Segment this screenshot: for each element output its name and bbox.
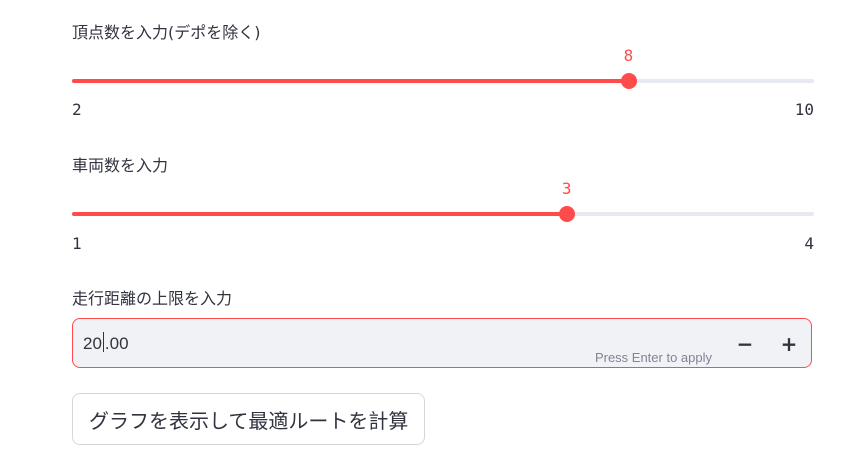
vehicles-slider[interactable]: 3 <box>72 179 814 227</box>
value-after-caret: .00 <box>104 334 129 353</box>
increment-button[interactable]: + <box>775 331 803 357</box>
slider-thumb[interactable] <box>558 206 575 222</box>
slider-fill <box>72 212 567 216</box>
distance-limit-label: 走行距離の上限を入力 <box>72 289 233 308</box>
app-page: 頂点数を入力(デポを除く) 8 2 10 車両数を入力 3 1 4 走行距離の上… <box>0 0 864 469</box>
slider-thumb[interactable] <box>620 73 637 89</box>
slider-min-label: 2 <box>72 100 82 119</box>
distance-limit-value[interactable]: 20.00 <box>83 332 129 354</box>
value-before-caret: 20 <box>83 334 102 353</box>
slider-current-value: 8 <box>623 46 634 65</box>
text-caret <box>102 332 104 352</box>
distance-limit-input[interactable]: 20.00 Press Enter to apply − + <box>72 318 812 368</box>
vertices-slider-label: 頂点数を入力(デポを除く) <box>72 23 261 42</box>
slider-current-value: 3 <box>561 179 572 198</box>
slider-fill <box>72 79 629 83</box>
slider-max-label: 4 <box>804 234 814 253</box>
slider-max-label: 10 <box>794 100 814 119</box>
vehicles-slider-label: 車両数を入力 <box>72 156 169 175</box>
vertices-slider[interactable]: 8 <box>72 46 814 94</box>
press-enter-hint: Press Enter to apply <box>594 350 712 365</box>
show-graph-compute-route-button[interactable]: グラフを表示して最適ルートを計算 <box>72 393 426 445</box>
slider-min-label: 1 <box>72 234 82 253</box>
decrement-button[interactable]: − <box>731 331 759 357</box>
